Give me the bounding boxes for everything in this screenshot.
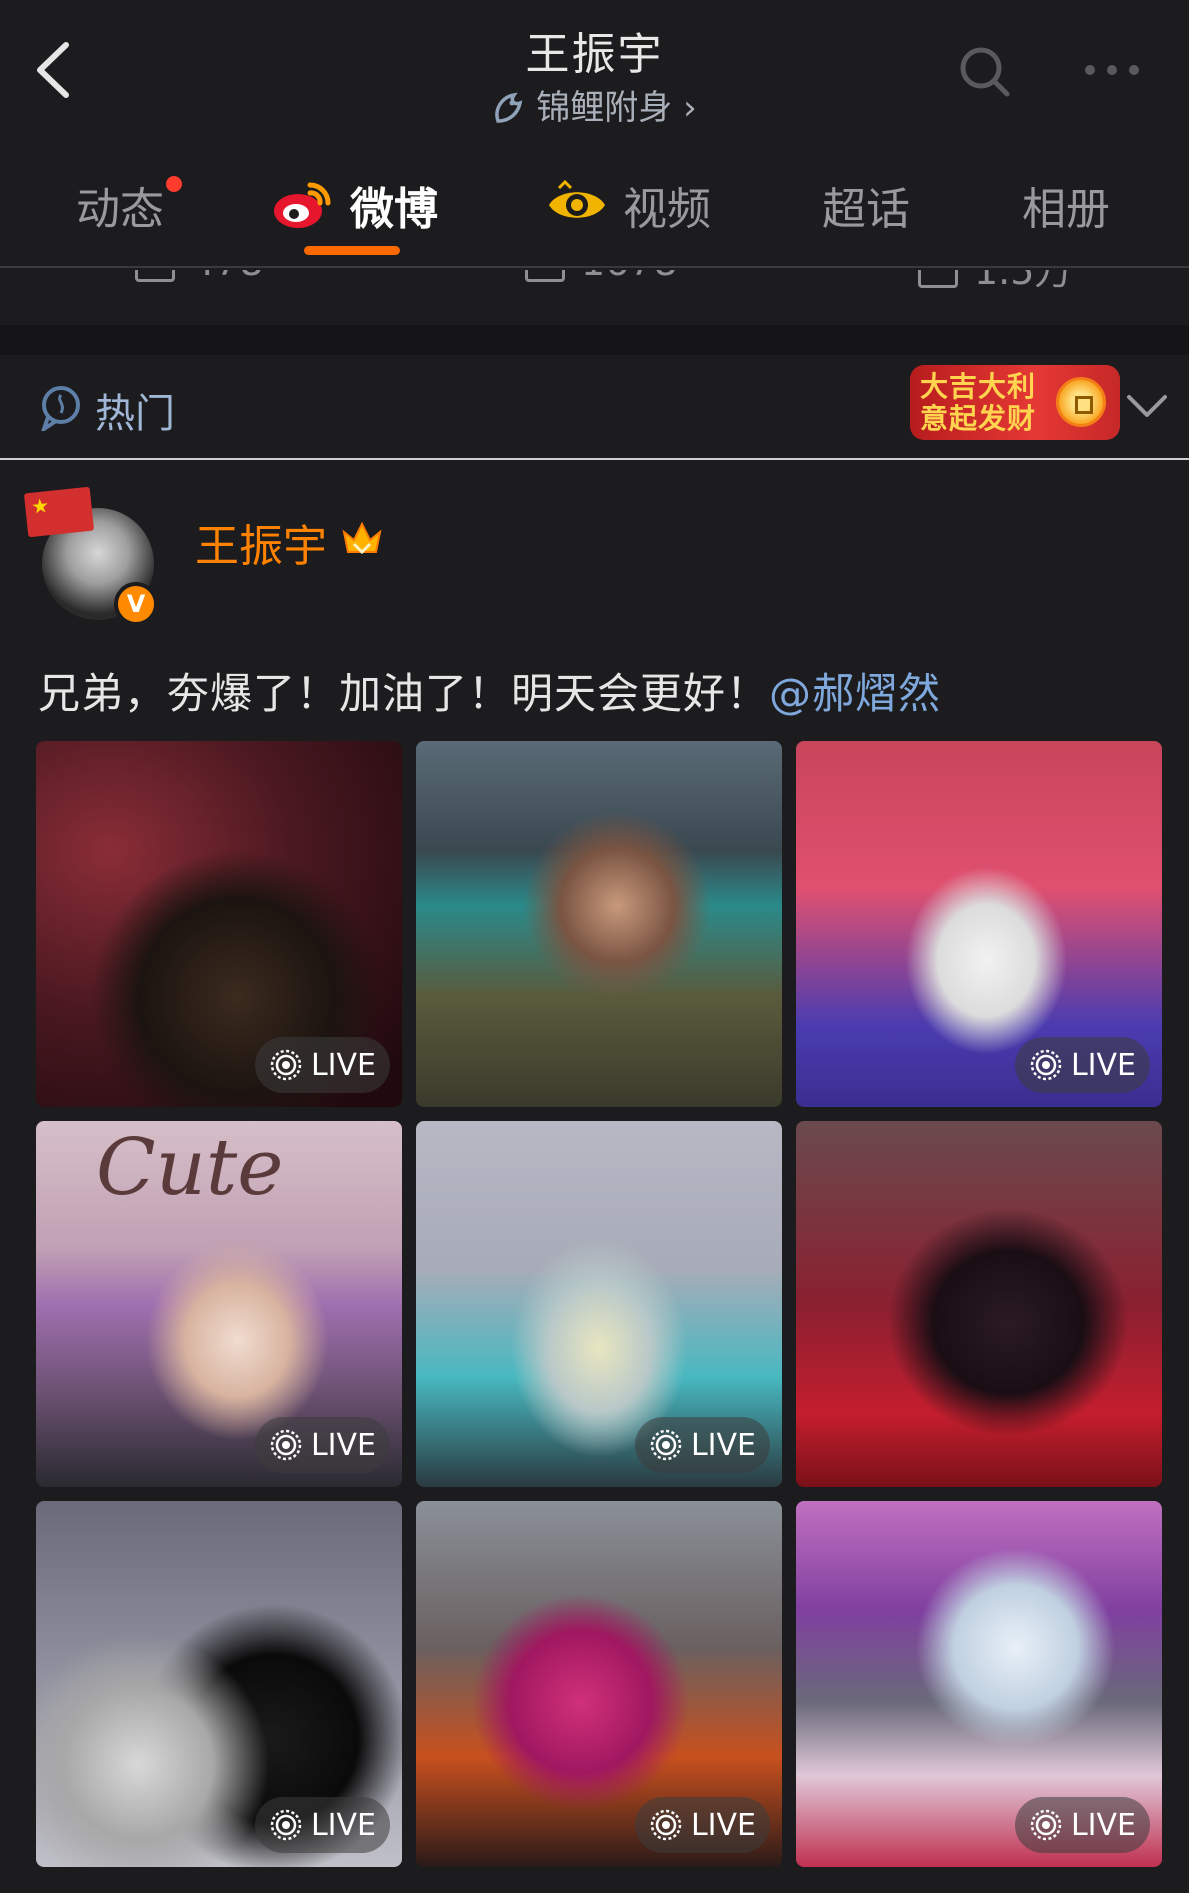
tab-weibo[interactable]: 微博	[272, 170, 438, 240]
avatar[interactable]: V	[23, 486, 160, 626]
post-body-text: 兄弟，夯爆了！加油了！明天会更好！	[38, 669, 770, 718]
live-icon	[650, 1809, 682, 1841]
subtitle-text: 锦鲤附身	[536, 88, 673, 128]
live-icon	[270, 1429, 302, 1461]
like-count[interactable]: 1.5万	[918, 270, 1072, 295]
promo-banner[interactable]: 大吉大利 意起发财	[910, 365, 1120, 440]
live-photo-badge: LIVE	[254, 1417, 390, 1473]
tab-label: 视频	[623, 184, 711, 235]
profile-stats: 478 1678 1.5万	[0, 270, 1189, 325]
live-icon	[1030, 1049, 1062, 1081]
post-content: 兄弟，夯爆了！加油了！明天会更好！@郝熠然	[38, 660, 941, 721]
comment-count[interactable]: 1678	[525, 270, 678, 284]
koi-fish-icon	[495, 92, 523, 123]
live-icon	[650, 1429, 682, 1461]
post-photo-2[interactable]	[416, 741, 782, 1107]
video-eye-icon	[549, 180, 605, 218]
weibo-logo-icon	[274, 182, 331, 228]
tab-label: 相册	[1022, 184, 1110, 235]
more-button[interactable]	[1075, 55, 1165, 85]
photo-overlay-text: Cute	[96, 1123, 284, 1213]
tab-label: 微博	[350, 184, 438, 235]
live-photo-badge: LIVE	[634, 1417, 770, 1473]
live-photo-badge: LIVE	[634, 1797, 770, 1853]
repost-icon	[135, 270, 175, 282]
repost-count[interactable]: 478	[135, 270, 264, 284]
post-photo-8[interactable]: LIVE	[416, 1501, 782, 1867]
post-photo-1[interactable]: LIVE	[36, 741, 402, 1107]
subtitle-chevron-icon: ›	[683, 88, 697, 128]
flag-decoration-icon	[23, 486, 95, 538]
tab-video[interactable]: 视频	[545, 170, 711, 240]
stat-value: 1678	[581, 270, 678, 284]
live-icon	[1030, 1809, 1062, 1841]
mention-link[interactable]: @郝熠然	[769, 669, 941, 718]
verified-badge: V	[114, 582, 158, 626]
tab-supertopic[interactable]: 超话	[822, 170, 910, 240]
tab-label: 动态	[76, 184, 164, 235]
live-photo-badge: LIVE	[254, 1037, 390, 1093]
post-photo-6[interactable]	[796, 1121, 1162, 1487]
live-icon	[270, 1809, 302, 1841]
filter-hot-label[interactable]: 热门	[95, 381, 175, 439]
tab-label: 超话	[822, 184, 910, 235]
active-tab-indicator	[304, 246, 400, 255]
post-photo-9[interactable]: LIVE	[796, 1501, 1162, 1867]
post-photo-3[interactable]: LIVE	[796, 741, 1162, 1107]
stat-value: 478	[191, 270, 264, 284]
notification-dot	[164, 174, 184, 194]
search-icon	[960, 47, 1010, 97]
search-button[interactable]	[955, 42, 1015, 102]
top-bar: 王振宇 锦鲤附身 ›	[0, 0, 1189, 150]
post-photo-7[interactable]: LIVE	[36, 1501, 402, 1867]
gold-coin-icon	[1056, 377, 1106, 427]
post-username[interactable]: 王振宇	[195, 510, 327, 574]
live-icon	[270, 1049, 302, 1081]
comment-icon	[525, 270, 565, 282]
post-photo-4[interactable]: Cute LIVE	[36, 1121, 402, 1487]
live-photo-badge: LIVE	[254, 1797, 390, 1853]
like-icon	[918, 270, 958, 288]
live-photo-badge: LIVE	[1014, 1797, 1150, 1853]
hot-pin-icon	[41, 386, 80, 431]
stat-value: 1.5万	[974, 270, 1073, 293]
live-photo-badge: LIVE	[1014, 1037, 1150, 1093]
vip-crown-icon	[342, 521, 382, 555]
profile-tabs: 动态 微博 视频 超话 相册	[0, 150, 1189, 268]
chevron-down-icon[interactable]	[1125, 385, 1169, 425]
more-icon	[1085, 65, 1139, 75]
section-divider	[0, 325, 1189, 355]
banner-text: 大吉大利 意起发财	[920, 370, 1037, 435]
tab-album[interactable]: 相册	[1022, 170, 1110, 240]
tab-dynamic[interactable]: 动态	[76, 170, 184, 240]
post-photo-5[interactable]: LIVE	[416, 1121, 782, 1487]
filter-bar: 热门 大吉大利 意起发财	[0, 355, 1189, 460]
